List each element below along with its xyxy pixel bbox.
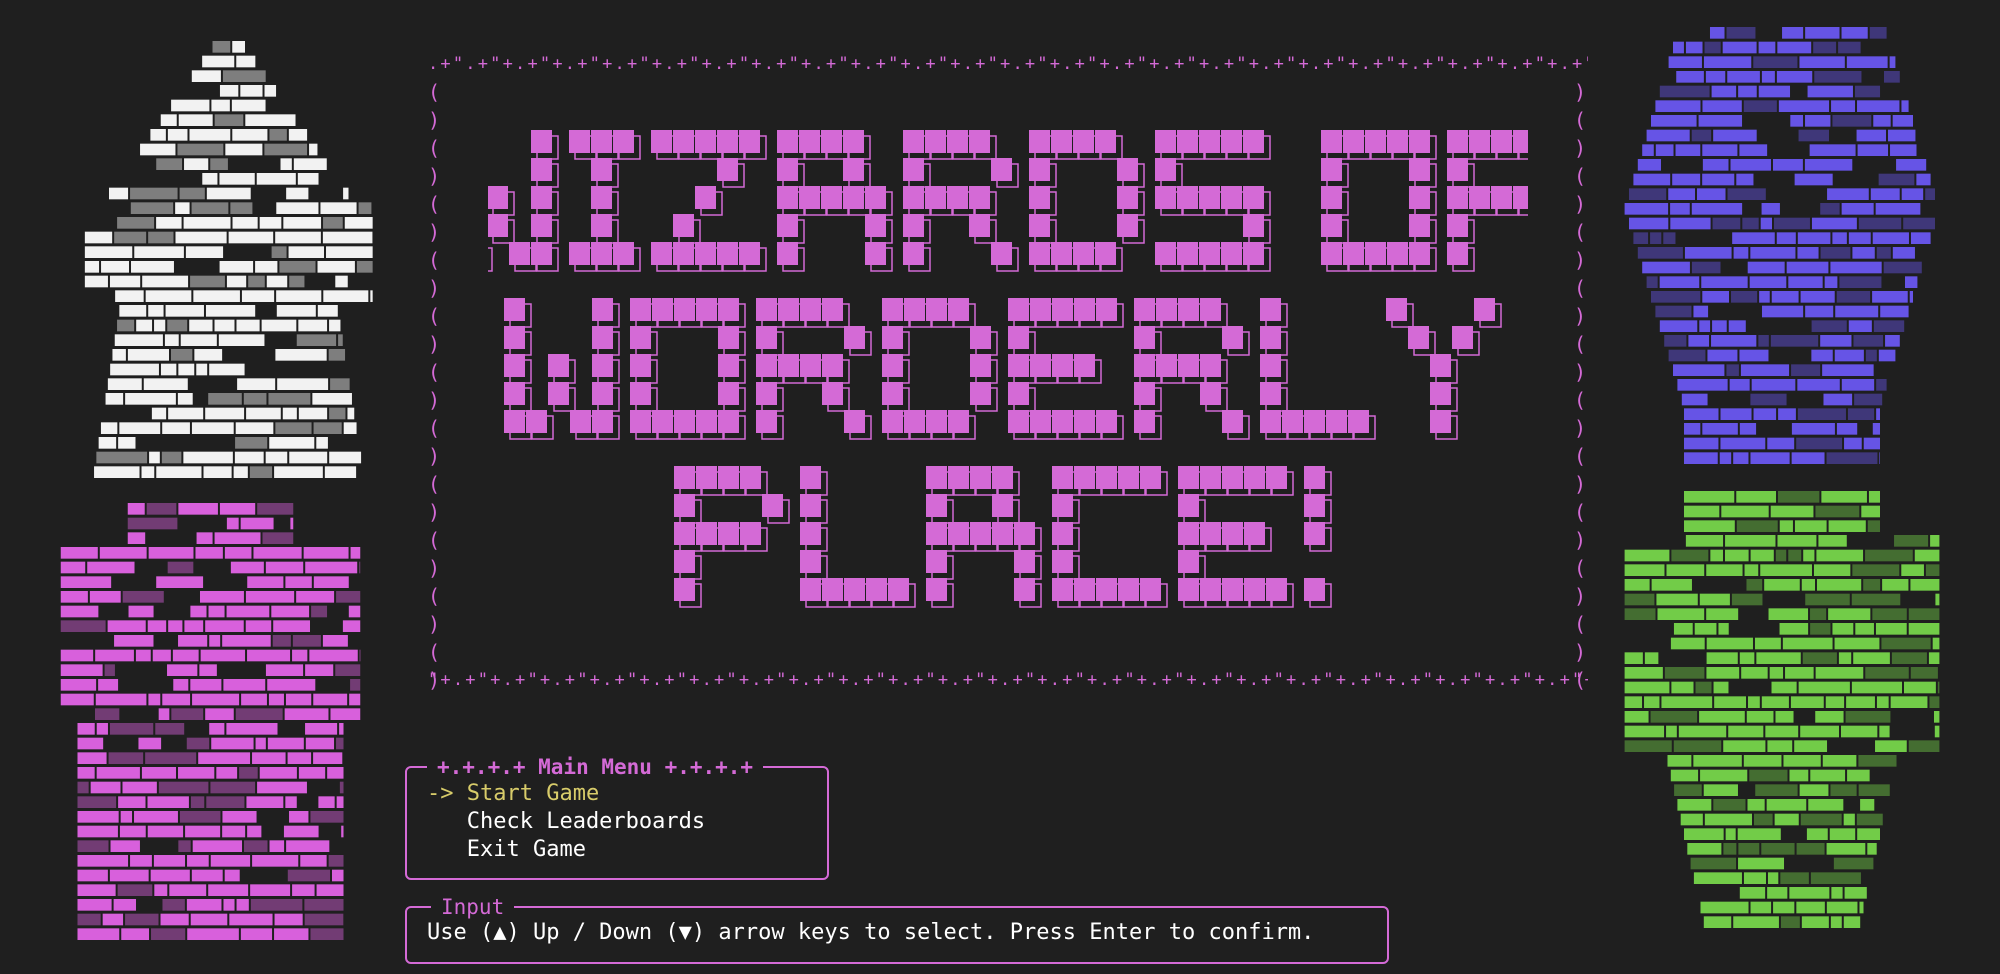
main-menu: +.+.+.+ Main Menu +.+.+.+ -> Start Game … <box>405 754 829 880</box>
frame-right-border: )()()()()()()()()()()( <box>1574 80 1587 692</box>
title-banner: .+".+"+.+"+.+"+.+"+.+"+.+"+.+"+.+"+.+"+.… <box>428 50 1588 692</box>
input-instruction: Use (▲) Up / Down (▼) arrow keys to sele… <box>427 920 1315 945</box>
game-title <box>488 130 1528 608</box>
blue-wizard-sprite <box>1618 26 1948 466</box>
frame-bottom-border: "+.+"+.+"+.+"+.+"+.+"+.+"+.+"+.+"+.+"+.+… <box>428 670 1588 690</box>
green-wizard-sprite <box>1618 490 1948 930</box>
white-wizard-sprite <box>40 40 385 480</box>
menu-item-start-game[interactable]: -> Start Game <box>427 780 599 808</box>
menu-title: +.+.+.+ Main Menu +.+.+.+ <box>427 754 764 780</box>
menu-item-check-leaderboards[interactable]: Check Leaderboards <box>427 808 705 836</box>
menu-item-exit-game[interactable]: Exit Game <box>427 836 586 864</box>
input-panel: Input Use (▲) Up / Down (▼) arrow keys t… <box>405 894 1389 964</box>
frame-left-border: ()()()()()()()()()()() <box>428 80 441 692</box>
pink-wizard-sprite <box>44 502 379 942</box>
input-title: Input <box>431 894 515 920</box>
frame-top-border: .+".+"+.+"+.+"+.+"+.+"+.+"+.+"+.+"+.+"+.… <box>428 54 1588 74</box>
